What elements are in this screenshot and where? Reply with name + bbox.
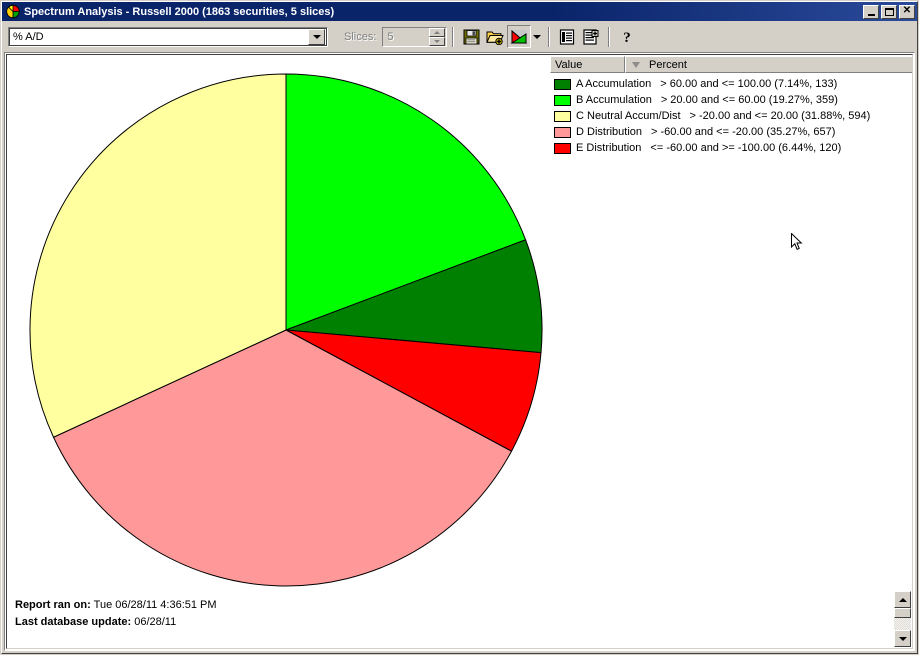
toolbar-separator (452, 26, 455, 47)
indicator-select-value: % A/D (13, 30, 44, 43)
db-update-value: 06/28/11 (134, 616, 177, 628)
vertical-scrollbar[interactable] (894, 591, 911, 647)
caption-buttons: ✕ (863, 4, 915, 19)
legend-row-name: A Accumulation (576, 78, 652, 90)
legend-row-description: > -20.00 and <= 20.00 (31.88%, 594) (689, 110, 871, 122)
triangle-up-icon (898, 597, 907, 602)
close-button[interactable]: ✕ (899, 4, 915, 19)
legend-row-description: > -60.00 and <= -20.00 (35.27%, 657) (651, 126, 836, 138)
window-title: Spectrum Analysis - Russell 2000 (1863 s… (24, 5, 335, 18)
legend-row[interactable]: C Neutral Accum/Dist > -20.00 and <= 20.0… (550, 108, 912, 124)
legend-color-swatch (554, 126, 571, 138)
legend-column-value[interactable]: Value (550, 56, 625, 73)
pie-chart[interactable] (7, 55, 567, 595)
slices-increment-button[interactable] (429, 27, 446, 37)
legend-panel: Value Percent A Accumulation > 60.00 and … (550, 56, 912, 596)
triangle-down-icon (898, 636, 907, 641)
legend-column-percent[interactable]: Percent (625, 56, 912, 73)
report-canvas: Value Percent A Accumulation > 60.00 and … (6, 54, 913, 649)
chevron-down-icon[interactable] (308, 28, 325, 45)
legend-row-description: > 60.00 and <= 100.00 (7.14%, 133) (660, 78, 838, 90)
sort-descending-icon (632, 61, 640, 68)
report-client-area: Value Percent A Accumulation > 60.00 and … (4, 52, 915, 651)
legend-row-description: > 20.00 and <= 60.00 (19.27%, 359) (660, 94, 838, 106)
legend-column-value-label: Value (555, 58, 583, 71)
open-button[interactable] (483, 25, 508, 48)
scroll-up-button[interactable] (894, 591, 911, 608)
toolbar-separator (548, 26, 551, 47)
scroll-down-button[interactable] (894, 630, 911, 647)
pie-chart-icon (510, 29, 528, 44)
chart-type-button[interactable] (507, 25, 532, 48)
legend-color-swatch (554, 94, 571, 106)
indicator-select[interactable]: % A/D (8, 26, 328, 47)
application-window: Spectrum Analysis - Russell 2000 (1863 s… (0, 0, 919, 655)
report-list-button[interactable] (555, 25, 580, 48)
legend-color-swatch (554, 142, 571, 154)
report-ran-row: Report ran on: Tue 06/28/11 4:36:51 PM (15, 597, 892, 614)
legend-color-swatch (554, 78, 571, 90)
legend-row-name: D Distribution (576, 126, 643, 138)
chart-type-dropdown[interactable] (531, 25, 544, 48)
scroll-thumb[interactable] (894, 608, 911, 618)
db-update-label: Last database update: (15, 616, 132, 628)
legend-column-percent-label: Percent (649, 58, 687, 71)
legend-color-swatch (554, 110, 571, 122)
legend-row-name: E Distribution (576, 142, 642, 154)
detail-list-icon (583, 28, 599, 45)
scroll-track[interactable] (894, 618, 911, 630)
legend-row-name: C Neutral Accum/Dist (576, 110, 681, 122)
slices-label: Slices: (344, 30, 377, 43)
open-folder-plus-icon (486, 31, 505, 45)
help-button[interactable]: ? (615, 25, 640, 48)
question-mark-icon: ? (624, 30, 632, 45)
slices-decrement-button[interactable] (429, 36, 446, 46)
legend-row[interactable]: B Accumulation > 20.00 and <= 60.00 (19.2… (550, 92, 912, 108)
legend-row[interactable]: D Distribution > -60.00 and <= -20.00 (35… (550, 124, 912, 140)
legend-row-description: <= -60.00 and >= -100.00 (6.44%, 120) (650, 142, 842, 154)
slices-value: 5 (387, 30, 394, 43)
legend-row[interactable]: E Distribution <= -60.00 and >= -100.00 (… (550, 140, 912, 156)
report-ran-value: Tue 06/28/11 4:36:51 PM (93, 599, 217, 611)
toolbar-separator (608, 26, 611, 47)
svg-text:?: ? (624, 30, 632, 45)
report-footer: Report ran on: Tue 06/28/11 4:36:51 PM L… (8, 591, 892, 647)
pie-chart-icon (5, 4, 21, 19)
slices-spin-buttons[interactable] (429, 27, 446, 46)
detail-list-button[interactable] (579, 25, 604, 48)
toolbar: % A/D Slices: 5 ? (2, 22, 917, 51)
legend-header: Value Percent (550, 56, 912, 73)
legend-row[interactable]: A Accumulation > 60.00 and <= 100.00 (7.1… (550, 76, 912, 92)
report-ran-label: Report ran on: (15, 599, 91, 611)
minimize-button[interactable] (863, 4, 879, 19)
maximize-button[interactable] (881, 4, 897, 19)
floppy-disk-icon (463, 29, 480, 44)
legend-row-name: B Accumulation (576, 94, 652, 106)
legend-rows: A Accumulation > 60.00 and <= 100.00 (7.1… (550, 73, 912, 156)
list-report-icon (560, 28, 575, 45)
pie-chart-svg[interactable] (7, 55, 567, 595)
db-update-row: Last database update: 06/28/11 (15, 614, 892, 631)
title-bar[interactable]: Spectrum Analysis - Russell 2000 (1863 s… (2, 2, 917, 21)
save-button[interactable] (459, 25, 484, 48)
chevron-down-icon (533, 34, 542, 39)
slices-stepper[interactable]: 5 (382, 26, 448, 47)
